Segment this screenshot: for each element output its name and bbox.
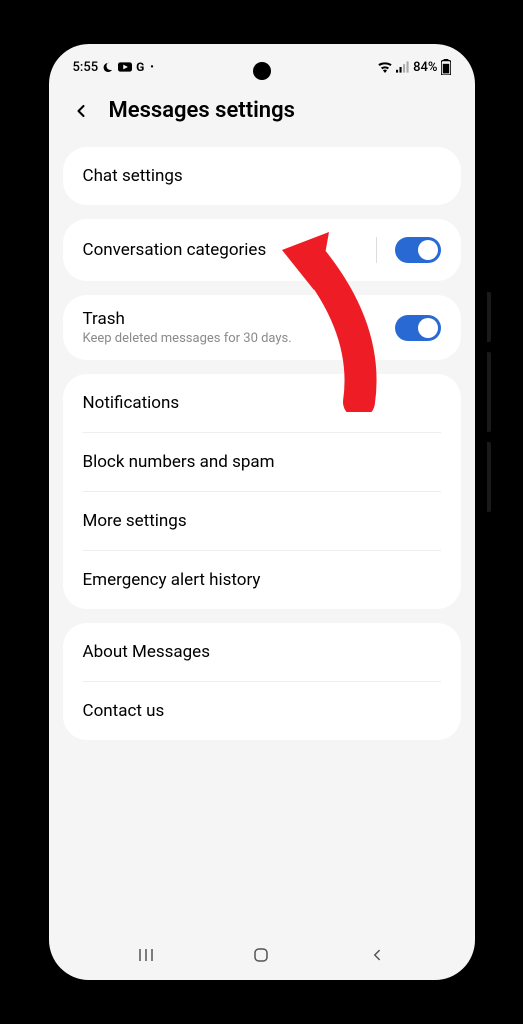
status-right: 84% [377, 59, 450, 75]
contact-label: Contact us [83, 701, 441, 721]
trash-toggle[interactable] [395, 315, 441, 341]
toggle-divider [376, 237, 377, 263]
toggle-knob [418, 240, 438, 260]
card-general: Notifications Block numbers and spam Mor… [63, 374, 461, 609]
card-chat-settings: Chat settings [63, 147, 461, 205]
card-trash: Trash Keep deleted messages for 30 days. [63, 295, 461, 360]
setting-more-settings[interactable]: More settings [63, 492, 461, 550]
battery-icon [441, 59, 451, 75]
setting-notifications[interactable]: Notifications [63, 374, 461, 432]
content: Chat settings Conversation categories [49, 147, 475, 740]
notifications-label: Notifications [83, 393, 441, 413]
setting-trash[interactable]: Trash Keep deleted messages for 30 days. [63, 295, 461, 360]
nav-recents[interactable] [134, 943, 158, 967]
more-settings-label: More settings [83, 511, 441, 531]
side-button [487, 442, 491, 512]
page-title: Messages settings [109, 98, 295, 123]
setting-conversation-categories[interactable]: Conversation categories [63, 219, 461, 281]
nav-home[interactable] [249, 943, 273, 967]
toggle-knob [418, 318, 438, 338]
phone-frame: 5:55 G • 84% [37, 32, 487, 992]
block-label: Block numbers and spam [83, 452, 441, 472]
setting-chat-settings[interactable]: Chat settings [63, 147, 461, 205]
wifi-icon [377, 61, 393, 73]
google-icon: G [136, 60, 144, 74]
about-label: About Messages [83, 642, 441, 662]
trash-sublabel: Keep deleted messages for 30 days. [83, 331, 395, 346]
screen: 5:55 G • 84% [49, 44, 475, 980]
conversation-categories-toggle[interactable] [395, 237, 441, 263]
back-button[interactable] [69, 99, 93, 123]
card-conversation-categories: Conversation categories [63, 219, 461, 281]
setting-contact-us[interactable]: Contact us [63, 682, 461, 740]
emergency-label: Emergency alert history [83, 570, 441, 590]
status-dot: • [150, 62, 154, 73]
nav-back[interactable] [365, 943, 389, 967]
setting-about-messages[interactable]: About Messages [63, 623, 461, 681]
moon-icon [102, 61, 114, 73]
card-about: About Messages Contact us [63, 623, 461, 740]
setting-block-numbers[interactable]: Block numbers and spam [63, 433, 461, 491]
status-time: 5:55 [73, 60, 99, 75]
setting-emergency-alert[interactable]: Emergency alert history [63, 551, 461, 609]
camera-notch [253, 62, 271, 80]
conversation-categories-label: Conversation categories [83, 240, 376, 260]
trash-label: Trash [83, 309, 395, 329]
status-left: 5:55 G • [73, 60, 154, 75]
youtube-icon [118, 62, 132, 72]
header: Messages settings [49, 80, 475, 147]
chat-settings-label: Chat settings [83, 166, 441, 186]
signal-icon [396, 61, 410, 73]
battery-percent: 84% [413, 60, 437, 75]
nav-bar [49, 930, 475, 980]
toggle-wrap [376, 237, 441, 263]
side-button [487, 352, 491, 432]
side-button [487, 292, 491, 342]
